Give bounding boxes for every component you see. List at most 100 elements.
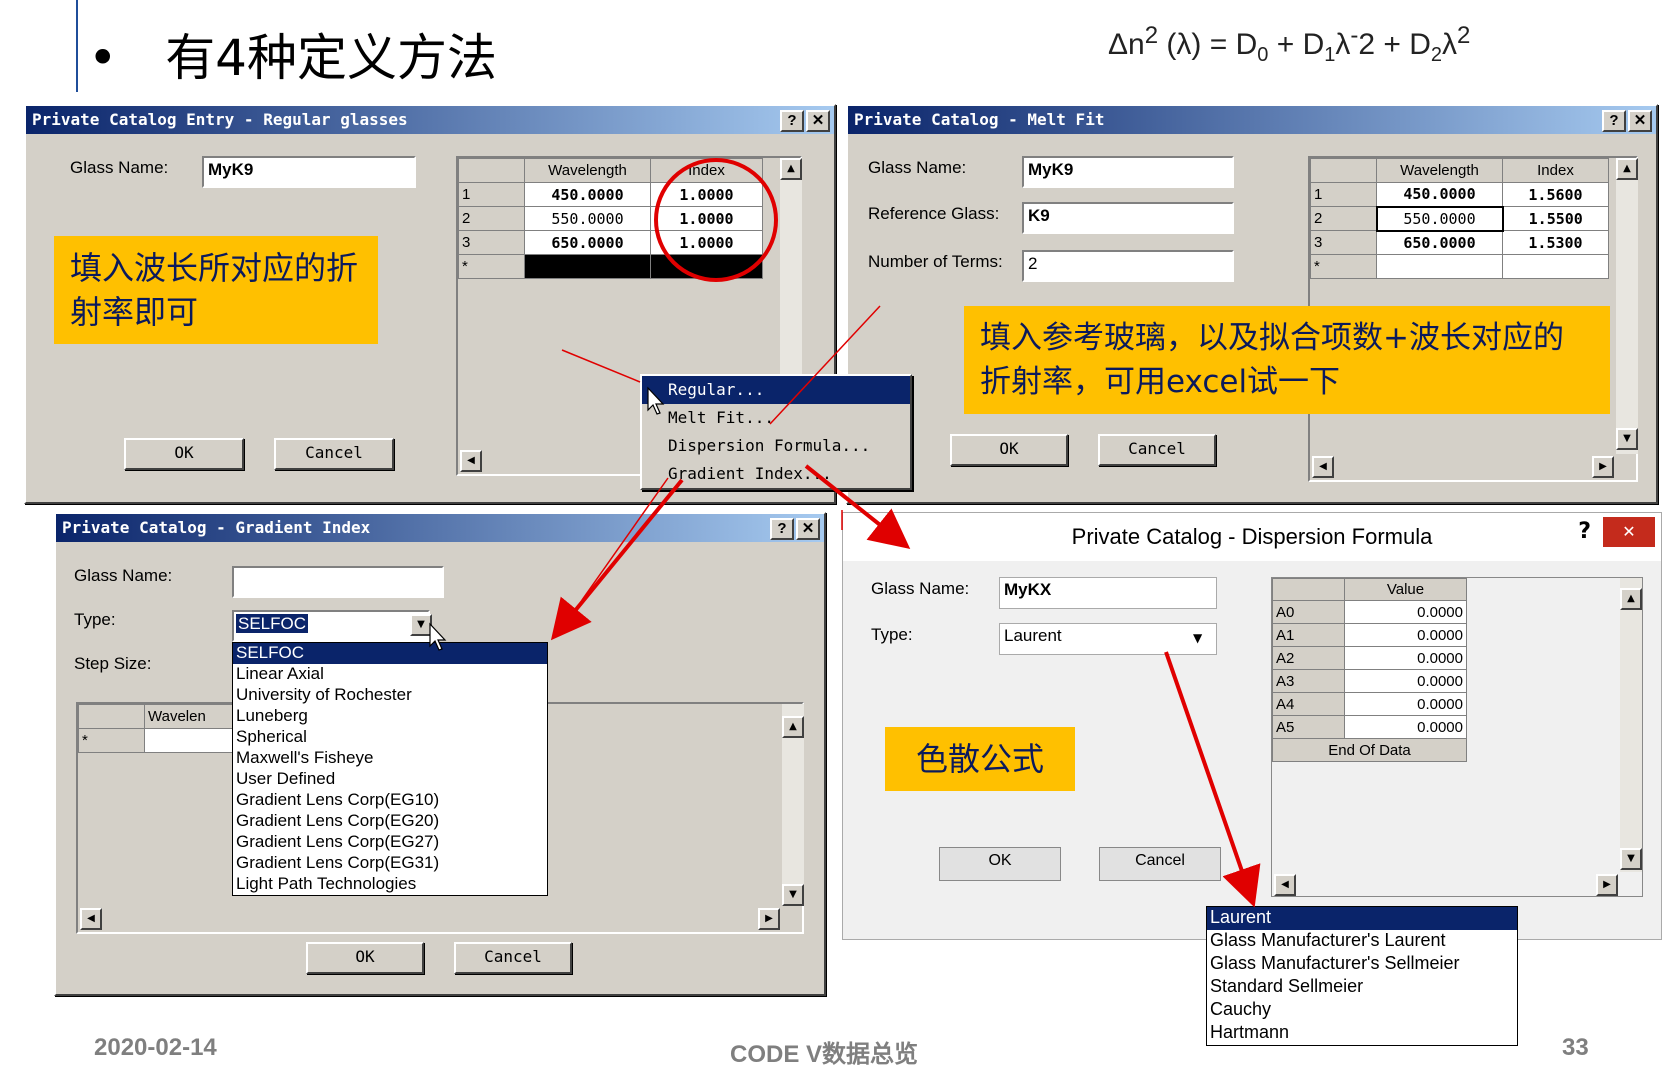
index-cell[interactable]: 1.0000 [650,182,763,207]
ok-button[interactable]: OK [306,942,424,974]
melt-fit-dialog: Private Catalog - Melt Fit ? ✕ Glass Name… [846,104,1658,504]
menu-item-melt-fit[interactable]: Melt Fit... [642,404,910,432]
scroll-up-icon[interactable]: ▲ [782,716,804,738]
reference-glass-input[interactable]: K9 [1022,202,1234,234]
menu-item-dispersion-formula[interactable]: Dispersion Formula... [642,432,910,460]
wavelength-cell[interactable]: 650.0000 [1376,230,1503,255]
close-icon[interactable]: ✕ [1603,517,1655,547]
reference-glass-label: Reference Glass: [868,204,1000,223]
scroll-right-icon[interactable]: ▶ [1592,456,1614,478]
gradient-titlebar: Private Catalog - Gradient Index [56,514,824,542]
end-of-data: End Of Data [1272,738,1467,762]
scroll-right-icon[interactable]: ▶ [758,908,780,930]
list-item[interactable]: Hartmann [1207,1022,1517,1045]
help-icon[interactable]: ? [1578,519,1591,544]
index-cell[interactable]: 1.0000 [650,230,763,255]
list-item[interactable]: Spherical [233,727,547,748]
ok-button[interactable]: OK [950,434,1068,466]
help-icon[interactable]: ? [770,518,794,540]
index-cell[interactable]: 1.5300 [1502,230,1609,255]
dispersion-formula-dialog: Private Catalog - Dispersion Formula ? ✕… [842,512,1662,940]
type-label: Type: [871,625,913,644]
type-select[interactable]: Laurent [999,623,1217,655]
close-icon[interactable]: ✕ [806,110,830,132]
index-cell[interactable]: 1.0000 [650,206,763,231]
wavelength-cell[interactable]: 550.0000 [1375,205,1504,232]
list-item[interactable]: SELFOC [233,643,547,664]
menu-item-gradient-index[interactable]: Gradient Index... [642,460,910,488]
glass-name-label: Glass Name: [868,158,967,177]
list-item[interactable]: Glass Manufacturer's Laurent [1207,930,1517,953]
list-item[interactable]: Laurent [1207,907,1517,930]
list-item[interactable]: Gradient Lens Corp(EG20) [233,811,547,832]
glass-name-label: Glass Name: [74,566,173,585]
wavelength-cell[interactable]: 650.0000 [524,230,651,255]
cancel-button[interactable]: Cancel [1098,434,1216,466]
glass-name-input[interactable] [232,566,444,598]
list-item[interactable]: Standard Sellmeier [1207,976,1517,999]
title-accent-line [76,0,78,92]
glass-name-input[interactable]: MyKX [999,577,1217,609]
list-item[interactable]: Cauchy [1207,999,1517,1022]
close-icon[interactable]: ✕ [1628,110,1652,132]
menu-item-regular[interactable]: Regular... [642,376,910,404]
value-cell[interactable]: 0.0000 [1344,646,1467,670]
scroll-down-icon[interactable]: ▼ [782,884,804,906]
wavelength-cell[interactable]: 450.0000 [1376,182,1503,207]
cancel-button[interactable]: Cancel [454,942,572,974]
glass-name-input[interactable]: MyK9 [202,156,416,188]
list-item[interactable]: Glass Manufacturer's Sellmeier [1207,953,1517,976]
terms-input[interactable]: 2 [1022,250,1234,282]
value-cell[interactable]: 0.0000 [1344,623,1467,647]
scroll-up-icon[interactable]: ▲ [1616,158,1638,180]
value-cell[interactable]: 0.0000 [1344,715,1467,739]
scroll-up-icon[interactable]: ▲ [780,158,802,180]
scroll-up-icon[interactable]: ▲ [1620,588,1642,610]
help-icon[interactable]: ? [1602,110,1626,132]
wavelength-cell[interactable]: 450.0000 [524,182,651,207]
index-cell[interactable]: 1.5500 [1502,206,1609,231]
wavelength-cell[interactable]: 550.0000 [524,206,651,231]
list-item[interactable]: User Defined [233,769,547,790]
glass-type-menu[interactable]: Regular... Melt Fit... Dispersion Formul… [640,374,912,490]
list-item[interactable]: Light Path Technologies [233,874,547,895]
value-cell[interactable]: 0.0000 [1344,600,1467,624]
list-item[interactable]: Gradient Lens Corp(EG27) [233,832,547,853]
list-item[interactable]: University of Rochester [233,685,547,706]
scroll-right-icon[interactable]: ▶ [1596,874,1618,896]
list-item[interactable]: Gradient Lens Corp(EG31) [233,853,547,874]
scroll-down-icon[interactable]: ▼ [1616,428,1638,450]
col-value: Value [1344,578,1467,601]
list-item[interactable]: Maxwell's Fisheye [233,748,547,769]
chevron-down-icon[interactable]: ▼ [410,614,432,636]
slide-title: • 有4种定义方法 [88,18,497,90]
cancel-button[interactable]: Cancel [274,438,394,470]
close-icon[interactable]: ✕ [796,518,820,540]
scroll-left-icon[interactable]: ◀ [1312,456,1334,478]
index-cell[interactable]: 1.5600 [1502,182,1609,207]
melt-titlebar: Private Catalog - Melt Fit [848,106,1656,134]
chevron-down-icon[interactable]: ▼ [1193,631,1202,645]
help-icon[interactable]: ? [780,110,804,132]
list-item[interactable]: Linear Axial [233,664,547,685]
terms-label: Number of Terms: [868,252,1003,271]
ok-button[interactable]: OK [939,847,1061,881]
list-item[interactable]: Gradient Lens Corp(EG10) [233,790,547,811]
type-dropdown-list[interactable]: SELFOC Linear Axial University of Roches… [232,642,548,896]
value-cell[interactable]: 0.0000 [1344,692,1467,716]
ok-button[interactable]: OK [124,438,244,470]
scroll-left-icon[interactable]: ◀ [80,908,102,930]
type-label: Type: [74,610,116,629]
value-cell[interactable]: 0.0000 [1344,669,1467,693]
scroll-left-icon[interactable]: ◀ [1274,874,1296,896]
glass-name-input[interactable]: MyK9 [1022,156,1234,188]
scroll-left-icon[interactable]: ◀ [460,450,482,472]
type-select[interactable]: SELFOC [232,610,430,642]
cancel-button[interactable]: Cancel [1099,847,1221,881]
dispersion-type-dropdown[interactable]: Laurent Glass Manufacturer's Laurent Gla… [1206,906,1518,1046]
col-index: Index [1502,158,1609,183]
list-item[interactable]: Luneberg [233,706,547,727]
scroll-down-icon[interactable]: ▼ [1620,848,1642,870]
title-text: 有4种定义方法 [165,29,497,87]
gradient-index-dialog: Private Catalog - Gradient Index ? ✕ Glas… [54,512,826,996]
